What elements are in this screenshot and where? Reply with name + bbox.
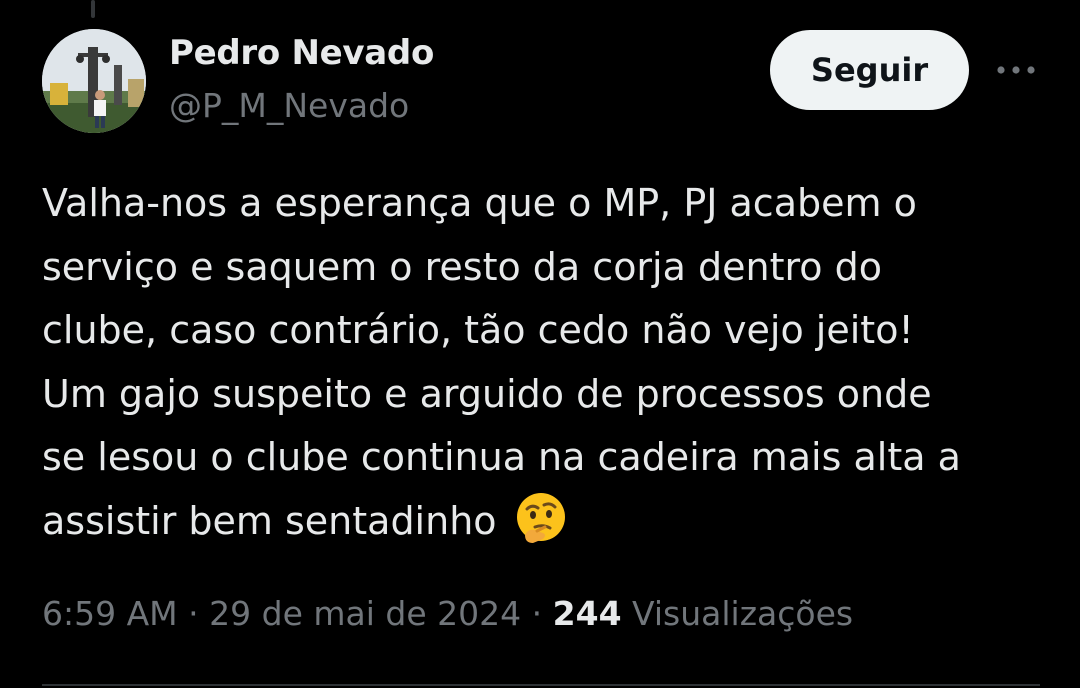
divider bbox=[42, 684, 1040, 686]
meta-separator: · bbox=[188, 594, 199, 633]
views-count: 244 bbox=[552, 594, 622, 633]
more-horizontal-icon bbox=[997, 66, 1035, 74]
follow-button[interactable]: Seguir bbox=[770, 30, 969, 110]
views-label: Visualizações bbox=[632, 594, 854, 633]
thinking-face-emoji bbox=[516, 493, 565, 543]
tweet-metadata: 6:59 AM · 29 de mai de 2024 · 244 Visual… bbox=[42, 594, 853, 633]
meta-separator: · bbox=[531, 594, 543, 633]
tweet-line: clube, caso contrário, tão cedo não vejo… bbox=[42, 308, 914, 352]
tweet-line: Um gajo suspeito e arguido de processos … bbox=[42, 371, 932, 416]
thread-connector-line bbox=[91, 0, 95, 18]
more-options-button[interactable] bbox=[992, 52, 1040, 88]
tweet-line: Valha-nos a esperança que o MP, PJ acabe… bbox=[42, 181, 917, 225]
tweet-text: Valha-nos a esperança que o MP, PJ acabe… bbox=[42, 172, 1042, 553]
tweet-line-text: assistir bem sentadinho bbox=[42, 498, 497, 543]
tweet-line: se lesou o clube continua na cadeira mai… bbox=[42, 435, 961, 479]
author-handle[interactable]: @P_M_Nevado bbox=[169, 86, 409, 125]
author-display-name[interactable]: Pedro Nevado bbox=[169, 33, 434, 73]
avatar[interactable] bbox=[42, 29, 146, 133]
tweet-line: serviço e saquem o resto da corja dentro… bbox=[42, 244, 882, 289]
tweet-date[interactable]: 29 de mai de 2024 bbox=[209, 594, 521, 633]
avatar-photo bbox=[42, 29, 146, 133]
tweet-line-last: assistir bem sentadinho bbox=[42, 490, 1042, 554]
tweet-time[interactable]: 6:59 AM bbox=[42, 594, 178, 633]
